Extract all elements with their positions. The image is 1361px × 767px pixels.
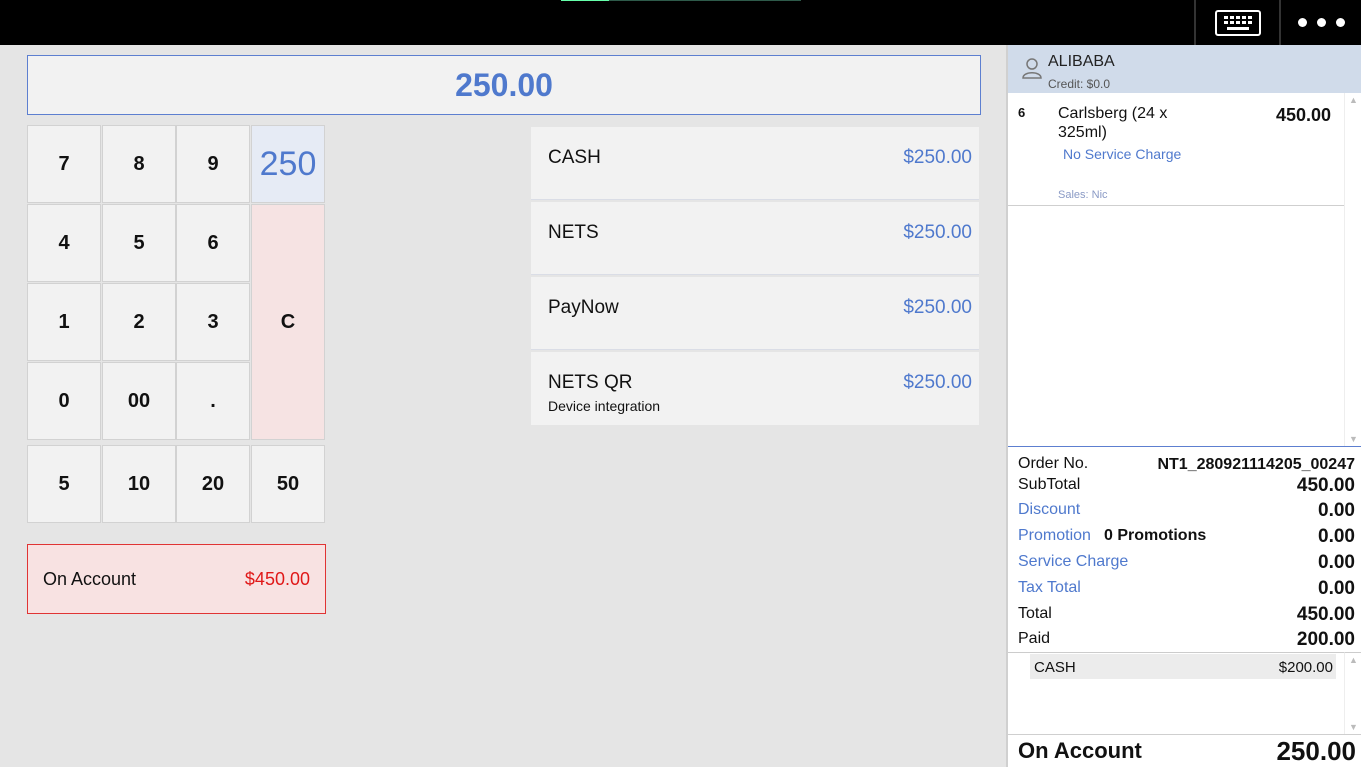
- payment-method-name: NETS QR: [548, 372, 633, 393]
- customer-bar[interactable]: ALIBABA Credit: $0.0: [1008, 45, 1361, 93]
- payment-method-amount: $250.00: [903, 297, 972, 318]
- top-bar: [0, 0, 1361, 45]
- paid-value: 200.00: [1296, 629, 1355, 650]
- scroll-up-icon[interactable]: ▲: [1349, 95, 1358, 105]
- total-row: Total 450.00: [1018, 603, 1355, 627]
- keypad-1[interactable]: 1: [27, 283, 101, 361]
- loading-progress-fill: [561, 0, 609, 1]
- customer-name: ALIBABA: [1048, 53, 1115, 70]
- tender-amount-display[interactable]: 250.00: [27, 55, 981, 115]
- payment-made-row[interactable]: CASH $200.00: [1030, 654, 1336, 679]
- payment-method-paynow[interactable]: PayNow $250.00: [531, 277, 979, 350]
- total-value: 450.00: [1296, 604, 1355, 625]
- preset-amount-50[interactable]: 50: [251, 445, 325, 523]
- order-items-list: 6 Carlsberg (24 x 325ml) 450.00 No Servi…: [1008, 93, 1344, 446]
- loading-progress-bar: [561, 0, 801, 1]
- service-charge-row: Service Charge 0.00: [1018, 551, 1355, 575]
- user-icon: [1022, 58, 1042, 79]
- payment-method-name: CASH: [548, 147, 601, 168]
- more-horizontal-icon: [1297, 18, 1307, 27]
- item-salesperson: Sales: Nic: [1058, 189, 1108, 201]
- payment-made-amount: $200.00: [1278, 659, 1333, 676]
- payment-method-nets-qr[interactable]: NETS QR $250.00 Device integration: [531, 352, 979, 425]
- on-account-button[interactable]: On Account $450.00: [27, 544, 326, 614]
- payment-method-amount: $250.00: [903, 222, 972, 243]
- more-options-button[interactable]: [1281, 0, 1361, 45]
- keypad-6[interactable]: 6: [176, 204, 250, 282]
- item-quantity: 6: [1018, 105, 1026, 120]
- tax-total-row: Tax Total 0.00: [1018, 577, 1355, 601]
- payments-scrollbar[interactable]: ▲ ▼: [1344, 652, 1361, 734]
- scroll-down-icon[interactable]: ▼: [1349, 434, 1358, 444]
- item-service-charge: No Service Charge: [1063, 146, 1182, 162]
- paid-row: Paid 200.00: [1018, 628, 1355, 652]
- balance-due-amount: 250.00: [1276, 736, 1356, 766]
- promotion-link[interactable]: Promotion: [1018, 527, 1091, 545]
- subtotal-value: 450.00: [1296, 475, 1355, 496]
- balance-due-label: On Account: [1018, 738, 1142, 763]
- discount-link[interactable]: Discount: [1018, 501, 1080, 519]
- item-price: 450.00: [1275, 105, 1331, 125]
- tax-total-link[interactable]: Tax Total: [1018, 579, 1081, 597]
- keypad-4[interactable]: 4: [27, 204, 101, 282]
- clear-button[interactable]: C: [251, 204, 325, 440]
- payment-made-name: CASH: [1034, 659, 1076, 676]
- more-horizontal-icon: [1335, 18, 1345, 27]
- items-scrollbar[interactable]: ▲ ▼: [1344, 93, 1361, 446]
- top-bar-divider: [1194, 0, 1196, 45]
- promotion-value: 0.00: [1318, 526, 1355, 547]
- keypad-00[interactable]: 00: [102, 362, 176, 440]
- payments-made-list: CASH $200.00: [1008, 652, 1344, 734]
- preset-amount-20[interactable]: 20: [176, 445, 250, 523]
- tax-total-value: 0.00: [1318, 578, 1355, 599]
- promotion-row: Promotion 0 Promotions 0.00: [1018, 525, 1355, 549]
- keypad-0[interactable]: 0: [27, 362, 101, 440]
- payment-method-nets[interactable]: NETS $250.00: [531, 202, 979, 275]
- balance-due-row: On Account 250.00: [1008, 734, 1361, 767]
- payment-method-cash[interactable]: CASH $250.00: [531, 127, 979, 200]
- keypad-decimal[interactable]: .: [176, 362, 250, 440]
- more-horizontal-icon: [1316, 18, 1326, 27]
- keypad-3[interactable]: 3: [176, 283, 250, 361]
- discount-value: 0.00: [1318, 500, 1355, 521]
- scroll-down-icon[interactable]: ▼: [1349, 722, 1358, 732]
- paid-label: Paid: [1018, 630, 1051, 647]
- keyboard-icon: [1215, 9, 1261, 36]
- keyboard-button[interactable]: [1197, 0, 1279, 45]
- order-number-label: Order No.: [1018, 455, 1089, 472]
- customer-credit: Credit: $0.0: [1048, 77, 1111, 91]
- subtotal-row: SubTotal 450.00: [1018, 474, 1355, 498]
- on-account-amount: $450.00: [244, 568, 310, 589]
- payment-method-subtitle: Device integration: [548, 398, 661, 414]
- item-name: Carlsberg (24 x 325ml): [1058, 105, 1168, 141]
- service-charge-value: 0.00: [1318, 552, 1355, 573]
- keypad-2[interactable]: 2: [102, 283, 176, 361]
- preset-amount-5[interactable]: 5: [27, 445, 101, 523]
- keypad-5[interactable]: 5: [102, 204, 176, 282]
- quick-amount-button[interactable]: 250: [251, 125, 325, 203]
- keypad-9[interactable]: 9: [176, 125, 250, 203]
- keypad-8[interactable]: 8: [102, 125, 176, 203]
- subtotal-label: SubTotal: [1018, 476, 1081, 493]
- order-number-value: NT1_280921114205_00247: [1157, 456, 1355, 473]
- preset-amount-10[interactable]: 10: [102, 445, 176, 523]
- keypad-7[interactable]: 7: [27, 125, 101, 203]
- service-charge-link[interactable]: Service Charge: [1018, 553, 1128, 571]
- total-label: Total: [1018, 605, 1052, 622]
- payment-method-amount: $250.00: [903, 147, 972, 168]
- on-account-label: On Account: [43, 568, 137, 589]
- discount-row: Discount 0.00: [1018, 499, 1355, 523]
- payment-method-amount: $250.00: [903, 372, 972, 393]
- order-item-row[interactable]: 6 Carlsberg (24 x 325ml) 450.00 No Servi…: [1008, 93, 1344, 206]
- promotion-count: 0 Promotions: [1104, 527, 1207, 544]
- payment-method-name: PayNow: [548, 297, 619, 318]
- payment-method-name: NETS: [548, 222, 599, 243]
- scroll-up-icon[interactable]: ▲: [1349, 655, 1358, 665]
